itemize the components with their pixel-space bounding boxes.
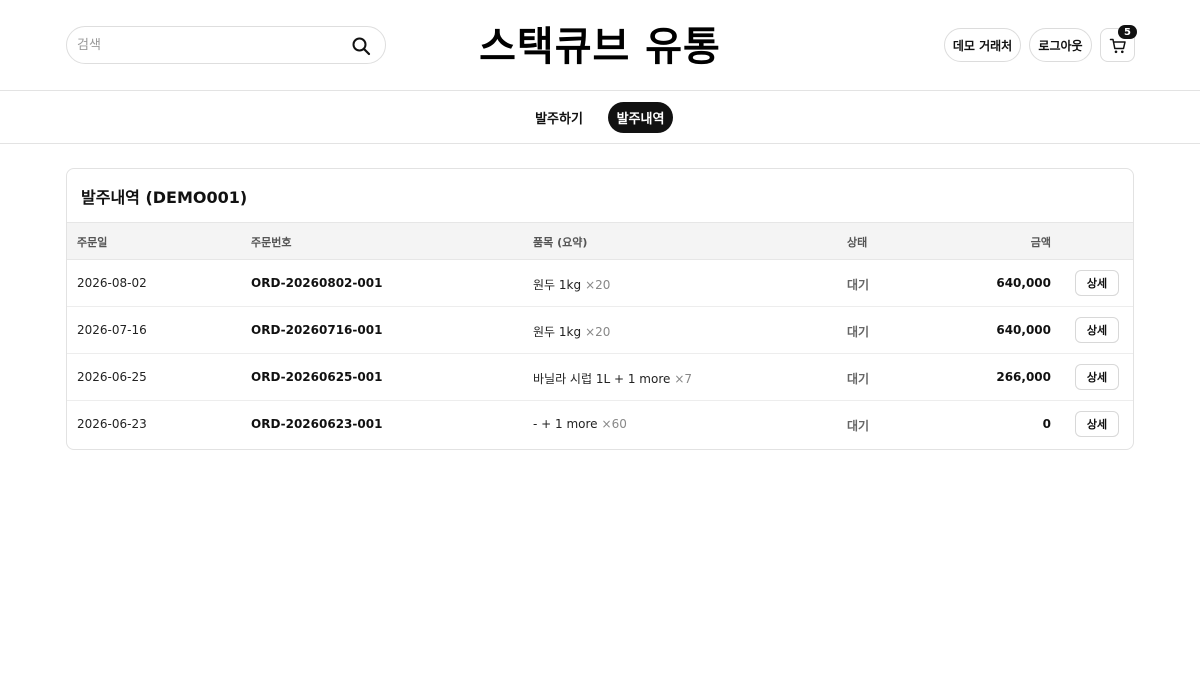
- item-quantity: ×60: [601, 417, 627, 431]
- order-date: 2026-06-25: [77, 370, 147, 384]
- main-nav: 발주하기 발주내역: [0, 90, 1200, 144]
- order-date: 2026-08-02: [77, 276, 147, 290]
- order-number: ORD-20260716-001: [251, 323, 383, 337]
- item-quantity: ×7: [674, 372, 693, 386]
- column-header-amount: 금액: [1030, 236, 1051, 249]
- table-row: 2026-06-25 ORD-20260625-001 바닐라 시럽 1L + …: [67, 354, 1133, 401]
- item-summary: 바닐라 시럽 1L + 1 more: [533, 372, 671, 386]
- order-items: 원두 1kg ×20: [533, 323, 610, 340]
- table-row: 2026-08-02 ORD-20260802-001 원두 1kg ×20 대기…: [67, 260, 1133, 307]
- cart-count-badge: 5: [1118, 25, 1137, 39]
- order-status: 대기: [847, 419, 870, 433]
- logout-button[interactable]: 로그아웃: [1029, 28, 1092, 62]
- order-date: 2026-07-16: [77, 323, 147, 337]
- tab-order-history[interactable]: 발주내역: [608, 102, 673, 133]
- order-number: ORD-20260625-001: [251, 370, 383, 384]
- order-history-card: 발주내역 (DEMO001) 주문일 주문번호 품목 (요약) 상태 금액 20…: [66, 168, 1134, 450]
- column-header-date: 주문일: [77, 236, 108, 249]
- search-input[interactable]: [77, 27, 347, 63]
- order-items: - + 1 more ×60: [533, 417, 627, 431]
- cart-icon: [1109, 38, 1126, 54]
- order-status: 대기: [847, 325, 870, 339]
- search-box[interactable]: [66, 26, 386, 64]
- item-summary: 원두 1kg: [533, 278, 582, 292]
- item-summary: 원두 1kg: [533, 325, 582, 339]
- tab-order[interactable]: 발주하기: [526, 102, 592, 133]
- order-amount: 0: [1042, 417, 1051, 431]
- detail-button[interactable]: 상세: [1075, 364, 1119, 390]
- page-title: 발주내역 (DEMO001): [81, 188, 248, 207]
- order-number: ORD-20260802-001: [251, 276, 383, 290]
- detail-button[interactable]: 상세: [1075, 411, 1119, 437]
- detail-button[interactable]: 상세: [1075, 317, 1119, 343]
- detail-button[interactable]: 상세: [1075, 270, 1119, 296]
- order-amount: 640,000: [996, 276, 1051, 290]
- order-amount: 266,000: [996, 370, 1051, 384]
- order-number: ORD-20260623-001: [251, 417, 383, 431]
- demo-account-button[interactable]: 데모 거래처: [944, 28, 1021, 62]
- column-header-status: 상태: [847, 236, 868, 249]
- item-quantity: ×20: [585, 278, 611, 292]
- column-header-items: 품목 (요약): [533, 236, 588, 249]
- item-summary: - + 1 more: [533, 417, 598, 431]
- table-row: 2026-06-23 ORD-20260623-001 - + 1 more ×6…: [67, 401, 1133, 448]
- table-row: 2026-07-16 ORD-20260716-001 원두 1kg ×20 대기…: [67, 307, 1133, 354]
- order-date: 2026-06-23: [77, 417, 147, 431]
- item-quantity: ×20: [585, 325, 611, 339]
- top-header: 스택큐브 유통 데모 거래처 로그아웃 5: [0, 0, 1200, 90]
- order-status: 대기: [847, 278, 870, 292]
- table-header: 주문일 주문번호 품목 (요약) 상태 금액: [67, 222, 1133, 260]
- brand-logo[interactable]: 스택큐브 유통: [400, 14, 800, 72]
- search-icon[interactable]: [351, 36, 371, 56]
- order-status: 대기: [847, 372, 870, 386]
- order-items: 원두 1kg ×20: [533, 276, 610, 293]
- column-header-order-no: 주문번호: [251, 236, 292, 249]
- order-amount: 640,000: [996, 323, 1051, 337]
- order-items: 바닐라 시럽 1L + 1 more ×7: [533, 370, 692, 387]
